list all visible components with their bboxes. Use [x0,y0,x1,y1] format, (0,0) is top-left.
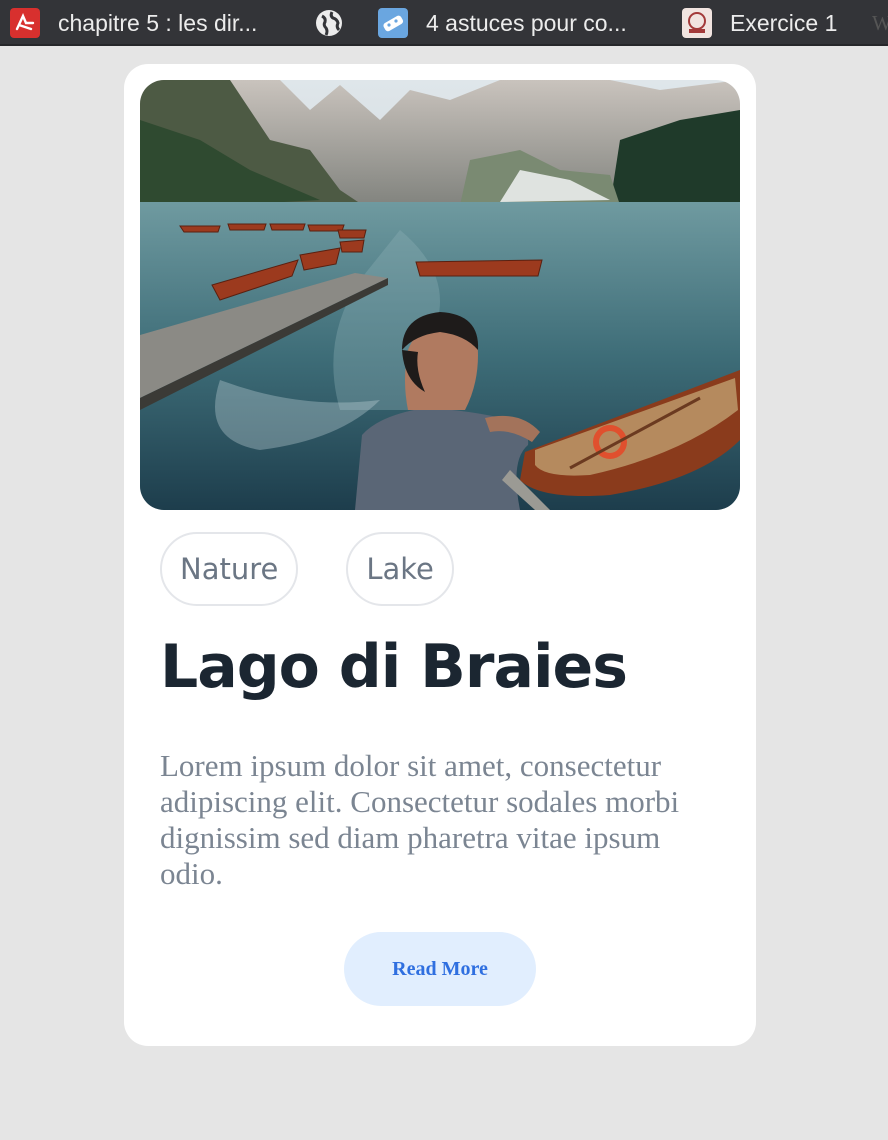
globe-icon [314,8,344,38]
card-image [140,80,740,510]
bookmark-label: Exercice 1 [730,9,838,36]
article-card: Nature Lake Lago di Braies Lorem ipsum d… [124,64,756,1046]
read-more-button[interactable]: Read More [344,932,536,1006]
bookmark-chapitre-5[interactable]: chapitre 5 : les dir... [10,0,258,44]
bookmark-label: 4 astuces pour co... [426,9,627,36]
bookmark-exercice-1[interactable]: Exercice 1 [682,0,838,44]
card-description: Lorem ipsum dolor sit amet, consectetur … [160,748,680,891]
site-logo-icon [682,8,712,38]
bookmark-globe[interactable] [314,0,344,44]
bookmark-w[interactable]: W [872,0,888,44]
bookmark-4-astuces[interactable]: 4 astuces pour co... [378,0,627,44]
tag-lake[interactable]: Lake [346,532,454,606]
bookmark-label: W [872,11,888,36]
card-title: Lago di Braies [160,632,628,702]
pdf-icon [10,8,40,38]
bookmarks-bar: chapitre 5 : les dir... 4 astuces pour c… [0,0,888,46]
controller-icon [378,8,408,38]
tag-list: Nature Lake [160,532,454,606]
bookmark-label: chapitre 5 : les dir... [58,9,258,36]
tag-nature[interactable]: Nature [160,532,299,606]
